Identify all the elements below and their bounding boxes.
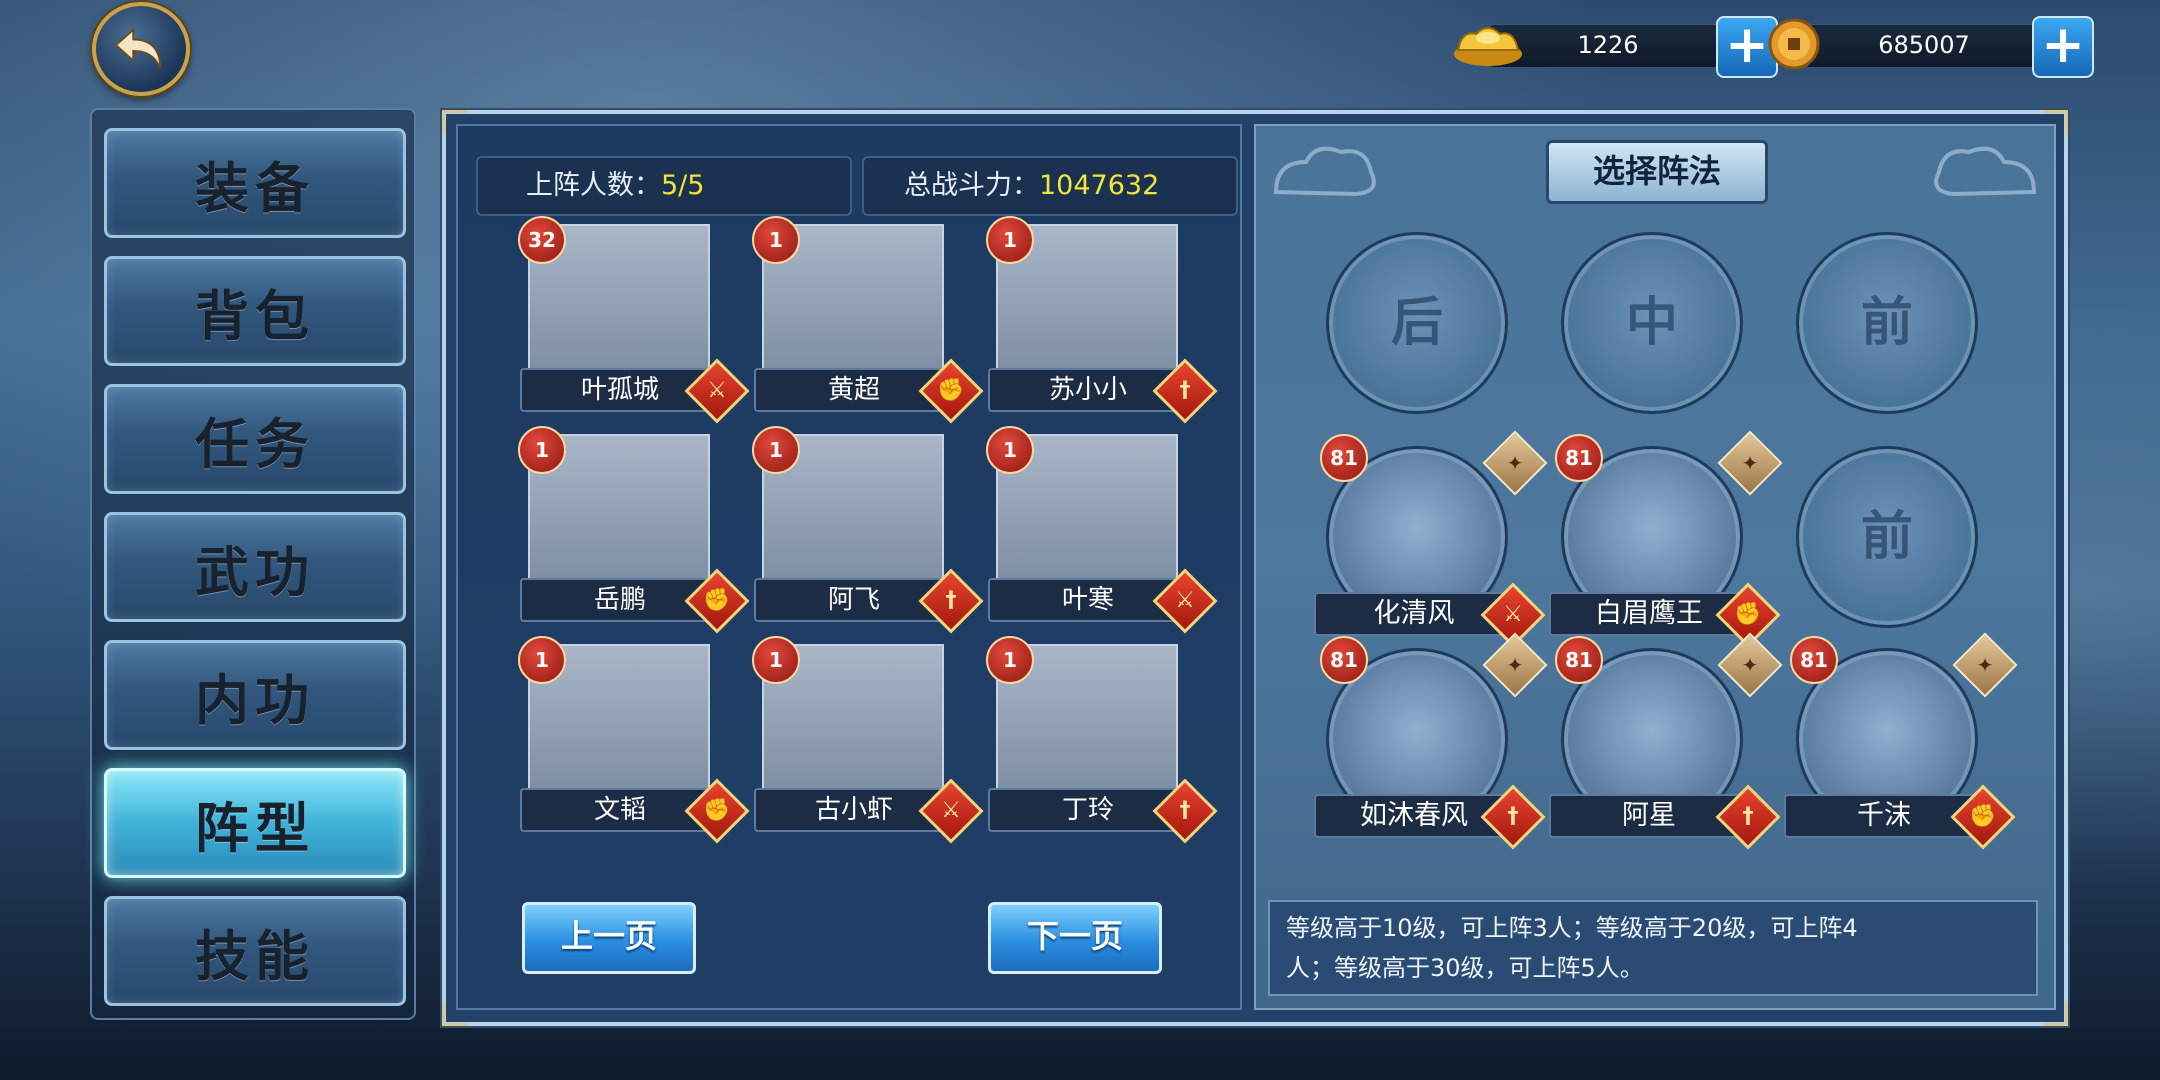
gold-currency: 1226 + [1448,15,1778,78]
level-badge: 32 [518,216,566,264]
level-badge: 1 [752,216,800,264]
formation-slot-front[interactable]: 前 [1796,446,1978,628]
select-formation-button[interactable]: 选择阵法 [1546,140,1768,204]
level-badge: 1 [986,636,1034,684]
menu-item-equipment[interactable]: 装备 [104,128,406,238]
deploy-value: 5/5 [661,170,705,201]
menu-item-tasks[interactable]: 任务 [104,384,406,494]
formation-slot-front[interactable]: 前 [1796,232,1978,414]
cloud-ornament-icon [1934,146,2037,197]
deploy-label: 上阵人数： [526,170,661,201]
level-badge: 1 [986,426,1034,474]
hero-roster-panel: 上阵人数：5/5 总战斗力：1047632 32 叶孤城 ⚔ 1 黄超 ✊ 1 … [456,124,1242,1010]
power-value: 1047632 [1039,170,1160,201]
plus-icon: + [1725,15,1769,75]
menu-item-inner-power[interactable]: 内功 [104,640,406,750]
hero-card[interactable]: 1 古小虾 ⚔ [752,636,1004,844]
level-badge: 1 [986,216,1034,264]
deploy-count: 上阵人数：5/5 [476,156,852,216]
menu-item-martial-arts[interactable]: 武功 [104,512,406,622]
level-badge: 81 [1320,434,1368,482]
level-badge: 1 [752,636,800,684]
level-badge: 81 [1555,636,1603,684]
hero-card[interactable]: 1 叶寒 ⚔ [986,426,1238,634]
prev-page-button[interactable]: 上一页 [522,902,696,974]
info-line-1: 等级高于10级，可上阵3人；等级高于20级，可上阵4 [1286,914,1858,942]
info-line-2: 人；等级高于30级，可上阵5人。 [1286,954,1644,982]
next-page-button[interactable]: 下一页 [988,902,1162,974]
level-badge: 81 [1790,636,1838,684]
slot-label: 中 [1625,292,1678,353]
menu-item-backpack[interactable]: 背包 [104,256,406,366]
level-badge: 81 [1320,636,1368,684]
back-button[interactable] [92,2,190,96]
formation-slot-middle[interactable]: 中 [1561,232,1743,414]
formation-panel: 选择阵法 后 中 前 81 ✦ 化清风 ⚔ 81 ✦ 白眉鹰王 ✊ 前 81 ✦… [1254,124,2056,1010]
level-badge: 1 [518,636,566,684]
slot-label: 前 [1860,506,1913,567]
plus-icon: + [2041,15,2085,75]
formation-slot-back[interactable]: 后 [1326,232,1508,414]
side-menu: 装备 背包 任务 武功 内功 阵型 技能 [90,108,416,1020]
back-arrow-icon [114,27,162,69]
main-panel: 上阵人数：5/5 总战斗力：1047632 32 叶孤城 ⚔ 1 黄超 ✊ 1 … [442,110,2068,1026]
hero-card[interactable]: 1 阿飞 † [752,426,1004,634]
hero-card[interactable]: 1 丁玲 † [986,636,1238,844]
hero-card[interactable]: 32 叶孤城 ⚔ [518,216,770,424]
cloud-ornament-icon [1273,146,1376,197]
hero-card[interactable]: 1 文韬 ✊ [518,636,770,844]
total-power: 总战斗力：1047632 [862,156,1238,216]
hero-card[interactable]: 1 黄超 ✊ [752,216,1004,424]
power-label: 总战斗力： [904,170,1039,201]
hero-card[interactable]: 1 岳鹏 ✊ [518,426,770,634]
slot-label: 后 [1390,292,1443,353]
gold-value: 1226 [1577,31,1639,59]
level-badge: 81 [1555,434,1603,482]
menu-item-formation[interactable]: 阵型 [104,768,406,878]
coin-value: 685007 [1878,31,1970,59]
level-badge: 1 [518,426,566,474]
coin-currency: 685007 + [1764,16,2094,78]
hero-card[interactable]: 1 苏小小 † [986,216,1238,424]
slot-label: 前 [1860,292,1913,353]
add-coin-button[interactable]: + [2032,16,2094,78]
menu-item-skills[interactable]: 技能 [104,896,406,1006]
level-badge: 1 [752,426,800,474]
formation-info-text: 等级高于10级，可上阵3人；等级高于20级，可上阵4 人；等级高于30级，可上阵… [1268,900,2038,996]
